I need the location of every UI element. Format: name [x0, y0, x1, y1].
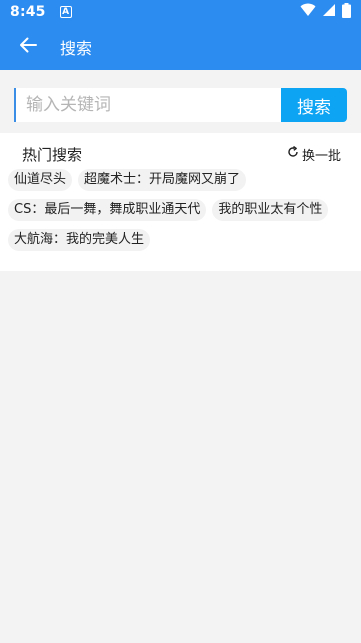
- hot-search-panel: 热门搜索 换一批 仙道尽头 超魔术士：开局魔网又崩了 CS：最后一舞，舞成职业通…: [0, 133, 361, 271]
- battery-icon: [342, 2, 351, 22]
- hot-tag[interactable]: 超魔术士：开局魔网又崩了: [78, 169, 247, 191]
- hot-search-title: 热门搜索: [22, 145, 83, 164]
- wifi-icon: [300, 3, 316, 21]
- search-bar: 搜索: [14, 88, 347, 122]
- arrow-left-icon: [19, 36, 37, 58]
- hot-search-header: 热门搜索 换一批: [8, 143, 349, 165]
- search-button[interactable]: 搜索: [281, 88, 347, 122]
- refresh-label: 换一批: [301, 148, 341, 164]
- hot-tag[interactable]: 我的职业太有个性: [212, 199, 329, 221]
- hot-search-tags: 仙道尽头 超魔术士：开局魔网又崩了 CS：最后一舞，舞成职业通天代 我的职业太有…: [8, 169, 349, 251]
- page-title: 搜索: [60, 39, 93, 58]
- hot-tag[interactable]: 仙道尽头: [8, 169, 73, 191]
- hot-tag[interactable]: 大航海：我的完美人生: [8, 229, 151, 251]
- status-indicators: [300, 2, 351, 22]
- back-button[interactable]: [16, 35, 40, 59]
- refresh-button[interactable]: 换一批: [287, 145, 341, 164]
- signal-icon: [322, 3, 336, 21]
- status-bar: 8:45 A: [0, 0, 361, 24]
- search-section: 搜索: [0, 70, 361, 133]
- search-input[interactable]: [14, 88, 281, 122]
- status-time: 8:45: [10, 4, 46, 20]
- refresh-icon: [287, 145, 299, 162]
- notification-a-icon: A: [59, 6, 72, 18]
- hot-tag[interactable]: CS：最后一舞，舞成职业通天代: [8, 199, 207, 221]
- app-bar: 搜索: [0, 24, 361, 70]
